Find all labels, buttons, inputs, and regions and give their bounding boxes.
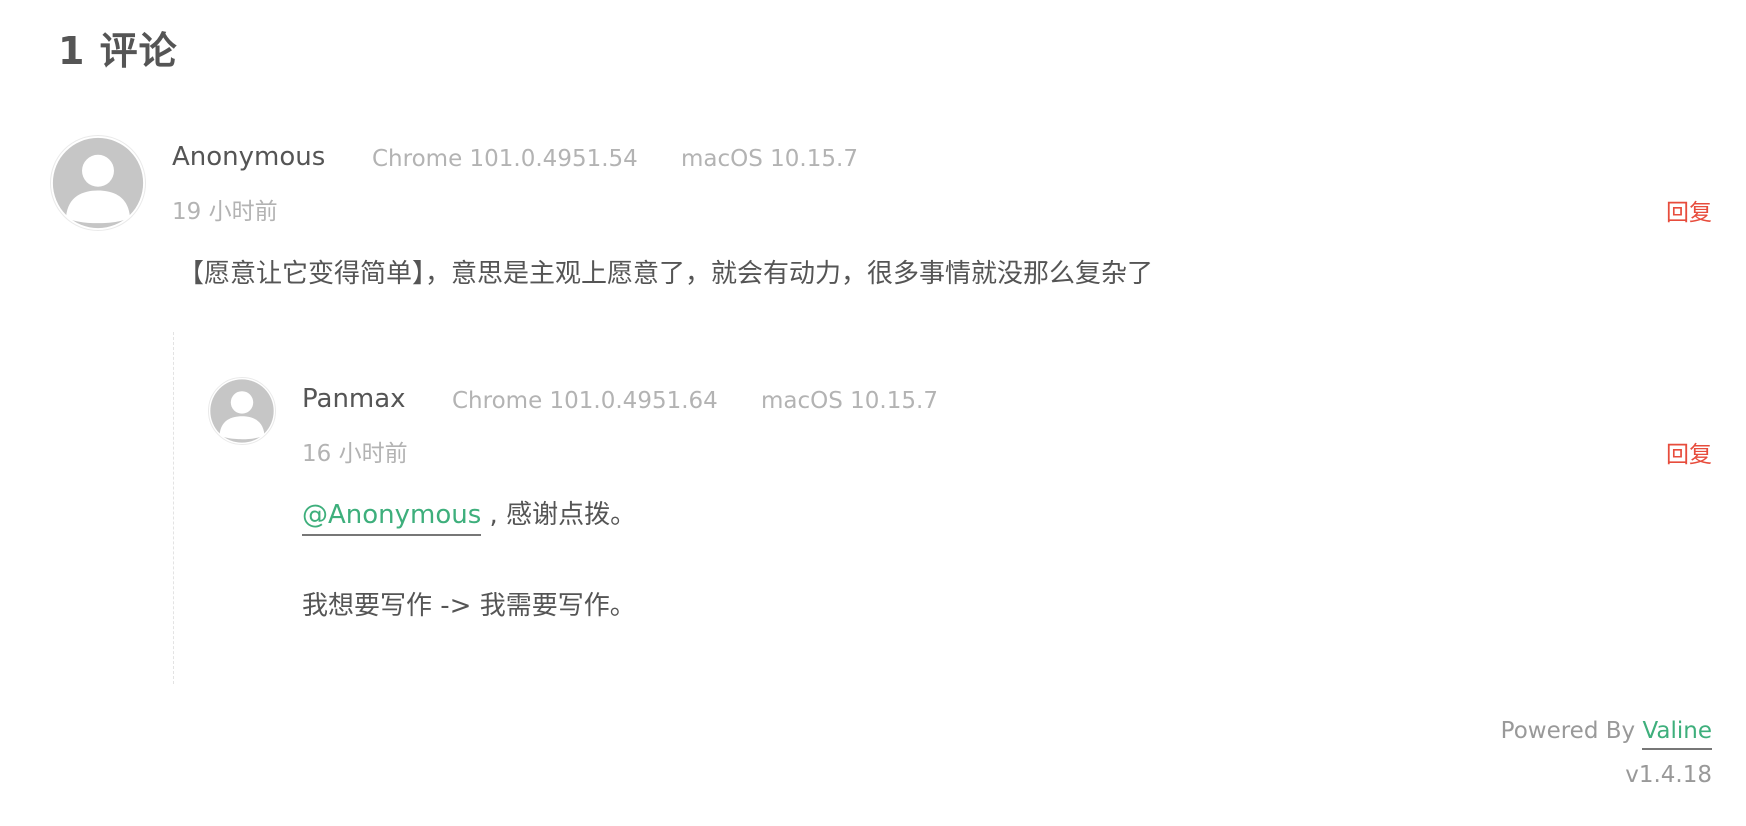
comment-reply-button[interactable]: 回复 bbox=[1666, 193, 1712, 227]
reply-os: macOS 10.15.7 bbox=[761, 388, 938, 414]
reply-time: 16 小时前 bbox=[302, 441, 408, 467]
comment-nick[interactable]: Anonymous bbox=[172, 142, 325, 172]
mention-link[interactable]: @Anonymous bbox=[302, 500, 482, 536]
default-user-avatar-icon bbox=[210, 379, 274, 443]
valine-link[interactable]: Valine bbox=[1642, 718, 1712, 750]
default-user-avatar-icon bbox=[52, 137, 144, 229]
reply-nick[interactable]: Panmax bbox=[302, 384, 406, 414]
comment-os: macOS 10.15.7 bbox=[681, 146, 858, 172]
reply-content-line1: @Anonymous , 感谢点拨。 bbox=[302, 494, 637, 536]
reply-content-text: , 感谢点拨。 bbox=[481, 500, 637, 530]
reply-reply-button[interactable]: 回复 bbox=[1666, 435, 1712, 469]
powered-by-text: Powered By bbox=[1500, 718, 1643, 744]
comment-avatar bbox=[50, 135, 146, 231]
powered-by: Powered By Valine bbox=[1500, 718, 1712, 750]
version-label: v1.4.18 bbox=[1625, 762, 1712, 788]
reply-browser: Chrome 101.0.4951.64 bbox=[452, 388, 718, 414]
comment-content: 【愿意让它变得简单】，意思是主观上愿意了，就会有动力，很多事情就没那么复杂了 bbox=[178, 259, 1154, 289]
comment-time: 19 小时前 bbox=[172, 199, 278, 225]
comment-browser: Chrome 101.0.4951.54 bbox=[372, 146, 638, 172]
reply-avatar bbox=[208, 377, 276, 445]
reply-content-line2: 我想要写作 -> 我需要写作。 bbox=[302, 591, 636, 621]
reply-thread-line bbox=[173, 332, 174, 684]
comment-count-title: 1 评论 bbox=[58, 29, 178, 73]
